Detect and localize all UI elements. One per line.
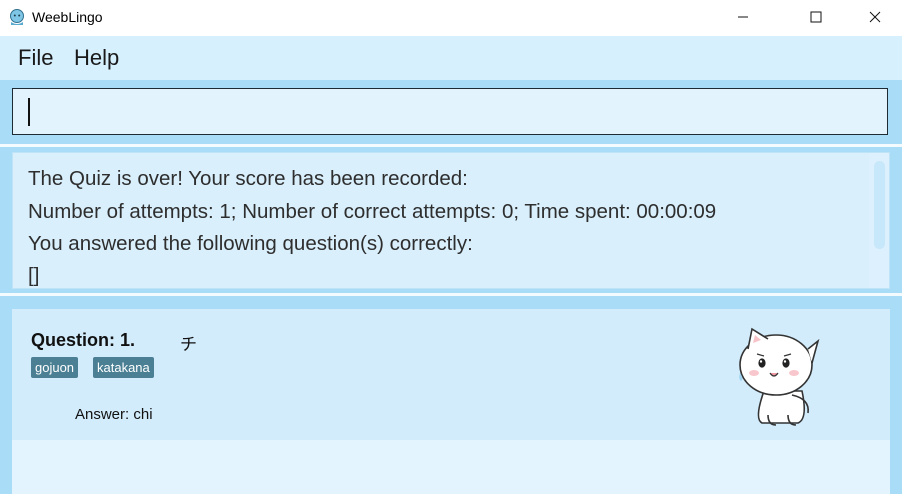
app-icon bbox=[10, 9, 24, 25]
result-line: The Quiz is over! Your score has been re… bbox=[28, 167, 468, 190]
question-label: Question: 1. bbox=[31, 330, 136, 350]
minimize-button[interactable] bbox=[720, 0, 766, 34]
tag-katakana: katakana bbox=[93, 357, 154, 378]
flashcard[interactable]: Question: 1. チ gojuon katakana Answer: c… bbox=[12, 309, 890, 440]
vertical-scrollbar[interactable] bbox=[869, 153, 889, 288]
command-input[interactable] bbox=[12, 88, 888, 135]
result-text-area[interactable]: The Quiz is over! Your score has been re… bbox=[13, 153, 870, 288]
result-line: [] bbox=[28, 264, 40, 287]
close-icon bbox=[869, 11, 881, 23]
minimize-icon bbox=[738, 16, 748, 18]
question-character: チ bbox=[180, 335, 197, 355]
close-button[interactable] bbox=[852, 0, 898, 34]
result-line: Number of attempts: 1; Number of correct… bbox=[28, 200, 717, 223]
cat-mascot-image bbox=[739, 327, 820, 426]
result-display: The Quiz is over! Your score has been re… bbox=[12, 152, 890, 289]
title-bar: WeebLingo bbox=[0, 0, 902, 36]
text-caret bbox=[28, 98, 30, 126]
tag-gojuon: gojuon bbox=[31, 357, 79, 378]
maximize-icon bbox=[810, 11, 822, 23]
divider bbox=[0, 293, 902, 296]
menu-file[interactable]: File bbox=[18, 45, 53, 71]
flashcard-list: Question: 1. チ gojuon katakana Answer: c… bbox=[12, 309, 890, 494]
scrollbar-thumb[interactable] bbox=[874, 161, 885, 249]
menu-bar: File Help bbox=[0, 36, 902, 80]
result-line: You answered the following question(s) c… bbox=[28, 232, 473, 255]
maximize-button[interactable] bbox=[793, 0, 839, 34]
divider bbox=[0, 144, 902, 147]
menu-help[interactable]: Help bbox=[74, 45, 119, 71]
answer-text: Answer: chi bbox=[75, 406, 153, 423]
window-title: WeebLingo bbox=[32, 9, 103, 25]
